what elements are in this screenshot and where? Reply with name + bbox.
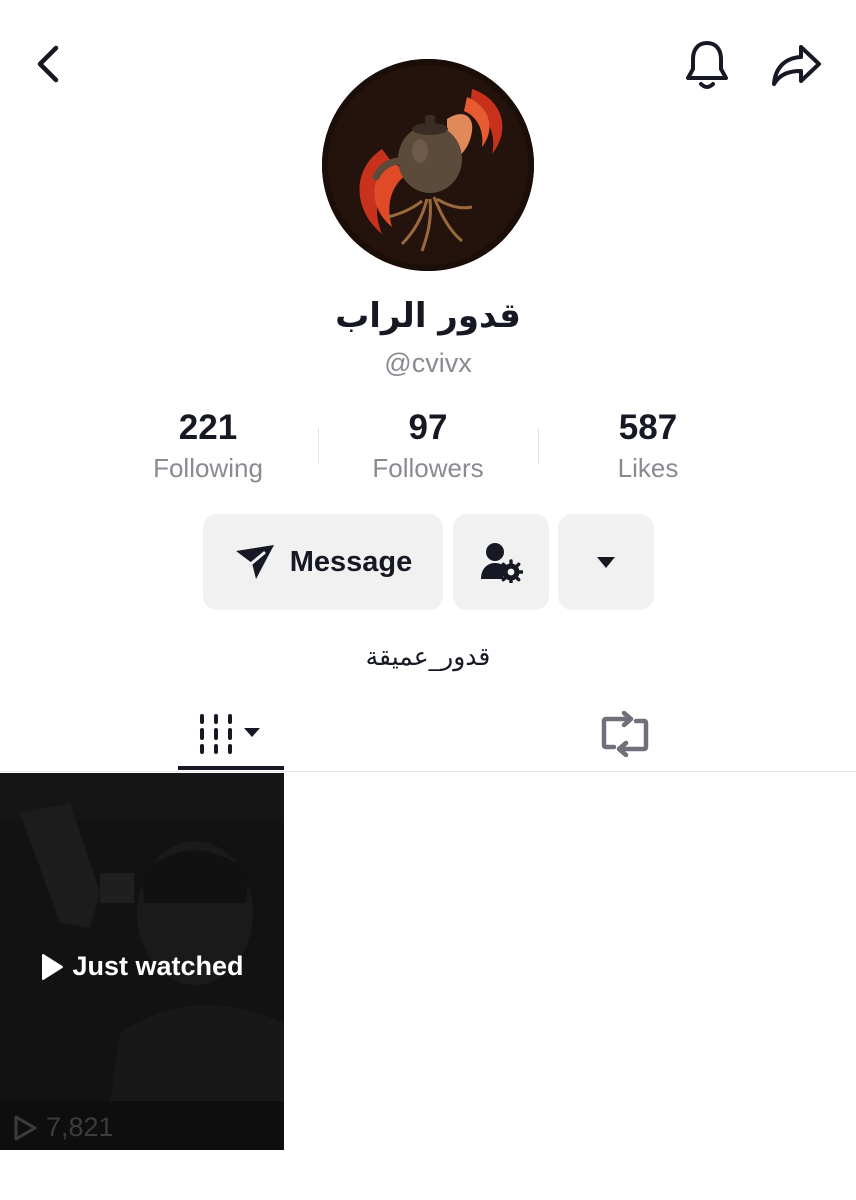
notification-bell-button[interactable]: [678, 36, 736, 94]
active-tab-indicator: [178, 766, 284, 770]
send-icon: [235, 545, 274, 579]
more-options-button[interactable]: [558, 514, 654, 610]
message-button-label: Message: [289, 545, 413, 578]
avatar-image: [322, 59, 534, 271]
view-count-label: 7,821: [46, 1112, 114, 1142]
following-count: 221: [178, 408, 238, 447]
play-icon: [42, 953, 64, 980]
back-button[interactable]: [22, 38, 74, 90]
stat-followers[interactable]: 97 Followers: [318, 408, 538, 486]
video-thumbnail[interactable]: Just watched 7,821: [0, 773, 284, 1150]
bio: قدور_عميقة: [365, 642, 491, 671]
share-arrow-icon: [772, 45, 821, 86]
following-label: Following: [153, 453, 263, 483]
play-outline-icon: [14, 1115, 37, 1140]
likes-count: 587: [618, 408, 678, 447]
followers-count: 97: [408, 408, 448, 447]
person-gear-icon: [481, 543, 523, 583]
view-count: 7,821: [12, 1112, 114, 1143]
tabs-divider: [0, 771, 856, 772]
caret-down-icon: [597, 557, 615, 568]
stat-following[interactable]: 221 Following: [98, 408, 318, 486]
followers-label: Followers: [372, 453, 484, 483]
display-name: قدور الراب: [335, 296, 521, 336]
tab-reposts[interactable]: [572, 700, 678, 768]
share-button[interactable]: [766, 38, 826, 94]
grid-lines-icon: [200, 714, 260, 754]
chevron-left-icon: [37, 45, 59, 83]
tab-videos[interactable]: [178, 700, 284, 768]
profile-settings-button[interactable]: [453, 514, 549, 610]
just-watched-overlay: Just watched: [0, 951, 284, 982]
avatar[interactable]: [322, 59, 534, 271]
repost-icon: [601, 711, 649, 757]
stat-likes[interactable]: 587 Likes: [538, 408, 758, 486]
message-button[interactable]: Message: [203, 514, 443, 610]
bell-icon: [686, 41, 728, 89]
username: @cvivx: [384, 348, 472, 378]
likes-label: Likes: [617, 453, 679, 483]
just-watched-label: Just watched: [72, 951, 244, 981]
